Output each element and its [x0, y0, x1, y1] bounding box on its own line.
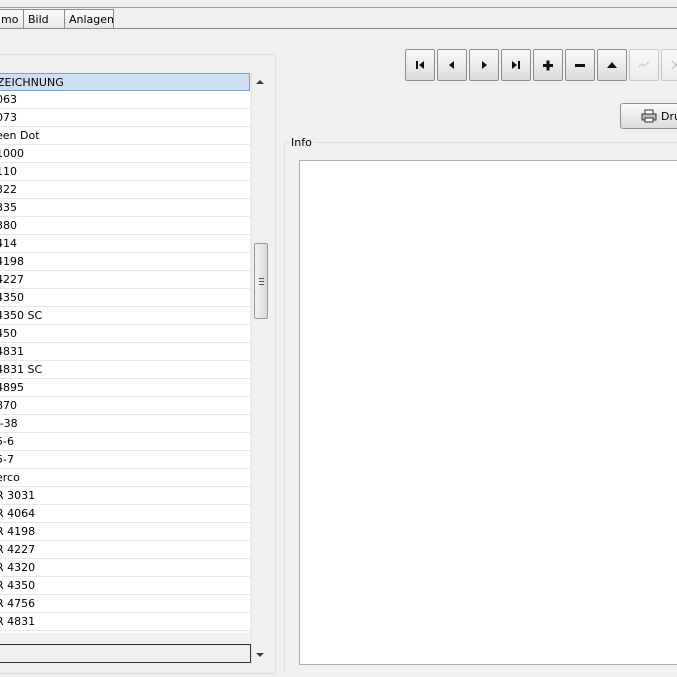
plus-icon — [543, 60, 553, 71]
printer-icon — [641, 109, 657, 123]
info-group-label: Info — [289, 136, 314, 149]
first-record-icon — [416, 61, 424, 69]
scroll-up-arrow-icon[interactable] — [256, 80, 264, 84]
print-button-label: Dru — [661, 110, 677, 123]
last-record-button[interactable] — [501, 49, 531, 81]
prior-record-button[interactable] — [437, 49, 467, 81]
cancel-icon — [671, 60, 677, 70]
list-header-row[interactable]: ZEICHNUNG — [0, 73, 250, 91]
list-item[interactable]: 073 — [0, 109, 250, 127]
list-item[interactable]: een Dot — [0, 127, 250, 145]
next-record-icon — [482, 61, 487, 69]
delete-record-button[interactable] — [565, 49, 595, 81]
check-icon — [638, 61, 650, 68]
list-item[interactable]: R 4198 — [0, 523, 250, 541]
tab-bar: mo Bild Anlagen — [0, 0, 677, 29]
list-item[interactable]: R 4227 — [0, 541, 250, 559]
list-item[interactable]: R 4831 — [0, 613, 250, 631]
post-record-button[interactable] — [629, 49, 659, 81]
designation-list[interactable]: ZEICHNUNG 063 073 een Dot 1000 110 322 3… — [0, 73, 250, 633]
up-triangle-icon — [607, 62, 617, 68]
list-item[interactable]: 4350 SC — [0, 307, 250, 325]
list-item[interactable]: 5-6 — [0, 433, 250, 451]
list-item[interactable]: 450 — [0, 325, 250, 343]
print-button[interactable]: Dru — [620, 103, 677, 129]
scrollbar-thumb[interactable] — [254, 243, 268, 319]
last-record-icon — [512, 61, 520, 69]
list-item[interactable]: R 3031 — [0, 487, 250, 505]
list-item[interactable]: 4895 — [0, 379, 250, 397]
first-record-button[interactable] — [405, 49, 435, 81]
scroll-down-arrow-icon[interactable] — [256, 653, 264, 657]
list-item[interactable]: 110 — [0, 163, 250, 181]
list-item[interactable]: 414 — [0, 235, 250, 253]
info-memo[interactable] — [299, 160, 677, 665]
list-item[interactable]: 4227 — [0, 271, 250, 289]
tab-bar-bottom-line — [0, 28, 677, 29]
list-item[interactable]: 335 — [0, 199, 250, 217]
grip-icon — [259, 278, 264, 285]
list-item[interactable]: /-38 — [0, 415, 250, 433]
list-item[interactable]: R 4064 — [0, 505, 250, 523]
list-item[interactable]: R 4350 — [0, 577, 250, 595]
tab-memo[interactable]: mo — [0, 9, 24, 28]
list-item[interactable]: 5-7 — [0, 451, 250, 469]
insert-record-button[interactable] — [533, 49, 563, 81]
list-scrollbar[interactable] — [251, 73, 269, 663]
edit-record-button[interactable] — [597, 49, 627, 81]
list-item[interactable]: R 4320 — [0, 559, 250, 577]
list-item[interactable]: 4350 — [0, 289, 250, 307]
list-item[interactable]: 4198 — [0, 253, 250, 271]
list-item[interactable]: 380 — [0, 217, 250, 235]
list-item[interactable]: 063 — [0, 91, 250, 109]
list-item[interactable]: 1000 — [0, 145, 250, 163]
prior-record-icon — [449, 61, 454, 69]
next-record-button[interactable] — [469, 49, 499, 81]
list-item[interactable]: erco — [0, 469, 250, 487]
list-item[interactable]: 4831 SC — [0, 361, 250, 379]
minus-icon — [575, 64, 585, 67]
tab-bild[interactable]: Bild — [23, 9, 65, 28]
tab-anlagen[interactable]: Anlagen — [64, 9, 114, 28]
list-item[interactable]: R 4756 — [0, 595, 250, 613]
list-footer-field[interactable] — [0, 644, 251, 663]
list-item[interactable]: 322 — [0, 181, 250, 199]
list-item[interactable]: 870 — [0, 397, 250, 415]
cancel-record-button[interactable] — [661, 49, 677, 81]
tab-bar-top-line — [0, 7, 677, 8]
list-item[interactable]: 4831 — [0, 343, 250, 361]
